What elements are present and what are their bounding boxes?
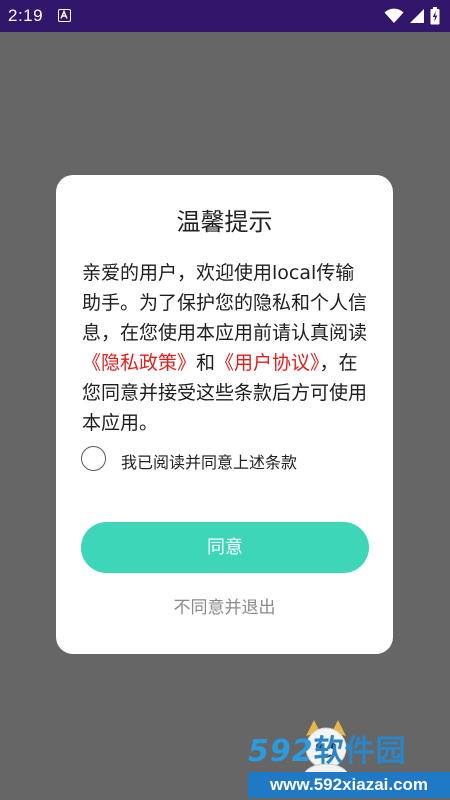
battery-icon: [430, 7, 440, 29]
status-bar: 2:19: [0, 0, 450, 32]
body-text-intro: 亲爱的用户，欢迎使用local传输助手。为了保护您的隐私和个人信息，在您使用本应…: [82, 262, 368, 344]
consent-label: 我已阅读并同意上述条款: [121, 453, 298, 472]
dialog-title: 温馨提示: [176, 208, 273, 236]
dialog-body: 亲爱的用户，欢迎使用local传输助手。为了保护您的隐私和个人信息，在您使用本应…: [82, 258, 372, 438]
a-icon: [58, 9, 71, 22]
agree-button[interactable]: 同意: [81, 522, 369, 573]
body-text-and: 和: [196, 352, 216, 374]
watermark: 592软件园 www.592xiazai.com: [248, 718, 450, 800]
watermark-brand-text: 软件园: [313, 734, 407, 769]
consent-radio[interactable]: [81, 446, 106, 471]
watermark-brand: 592软件园: [248, 732, 450, 772]
screen: 2:19 温馨提示 亲爱的用户，欢迎使用local传输助手。为了保护您的隐私和个…: [0, 0, 450, 800]
decline-exit-button[interactable]: 不同意并退出: [56, 593, 393, 618]
user-agreement-link[interactable]: 《用户协议》: [215, 352, 320, 374]
signal-icon: [409, 8, 425, 28]
watermark-url: www.592xiazai.com: [248, 772, 450, 798]
wifi-icon: [384, 8, 404, 28]
consent-checkbox-row[interactable]: 我已阅读并同意上述条款: [81, 446, 371, 474]
privacy-policy-link[interactable]: 《隐私政策》: [82, 352, 196, 374]
status-time: 2:19: [8, 6, 44, 25]
watermark-brand-number: 592: [248, 734, 314, 769]
privacy-dialog: 温馨提示 亲爱的用户，欢迎使用local传输助手。为了保护您的隐私和个人信息，在…: [56, 175, 393, 654]
